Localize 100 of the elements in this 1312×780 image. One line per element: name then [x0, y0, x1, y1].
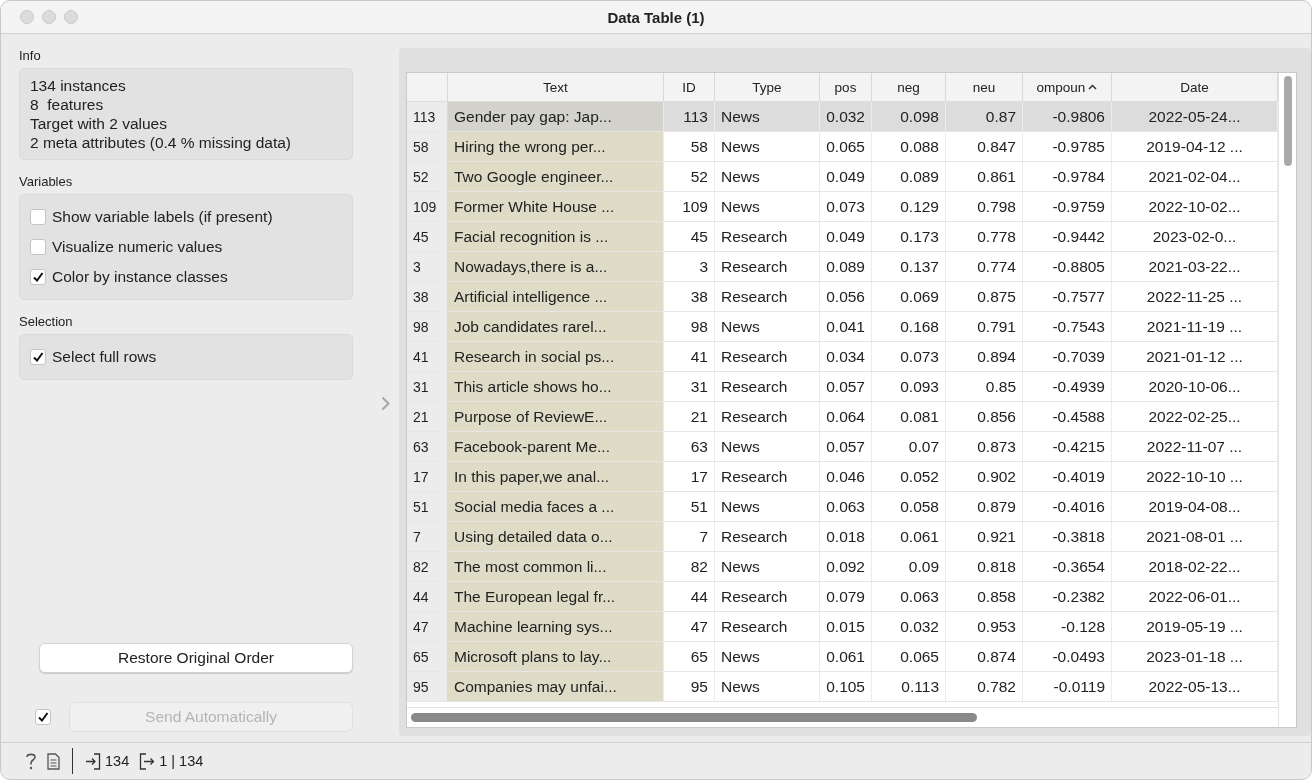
table-cell: 0.032 — [872, 612, 946, 641]
table-cell: 51 — [664, 492, 715, 521]
table-cell: 0.861 — [946, 162, 1023, 191]
table-cell: 0.858 — [946, 582, 1023, 611]
table-cell: Research — [715, 222, 820, 251]
table-row[interactable]: 17 In this paper,we anal... 17 Research 0.046 0.052 0.902 -0.4019 2022-10-10 ... — [407, 462, 1278, 492]
table-cell: 0.798 — [946, 192, 1023, 221]
table-cell: News — [715, 552, 820, 581]
table-cell: 2021-11-19 ... — [1112, 312, 1278, 341]
table-cell: 0.85 — [946, 372, 1023, 401]
table-cell: 63 — [664, 432, 715, 461]
table-cell: 2020-10-06... — [1112, 372, 1278, 401]
restore-order-button[interactable]: Restore Original Order — [39, 643, 353, 673]
table-row[interactable]: 38 Artificial intelligence ... 38 Research 0.056 0.069 0.875 -0.7577 2022-11-25 ... — [407, 282, 1278, 312]
table-cell: 0.057 — [820, 432, 872, 461]
table-cell: 0.069 — [872, 282, 946, 311]
table-row[interactable]: 95 Companies may unfai... 95 News 0.105 0.113 0.782 -0.0119 2022-05-13... — [407, 672, 1278, 702]
table-row[interactable]: 21 Purpose of ReviewE... 21 Research 0.064 0.081 0.856 -0.4588 2022-02-25... — [407, 402, 1278, 432]
row-number: 3 — [407, 252, 448, 281]
table-cell: 0.953 — [946, 612, 1023, 641]
table-cell: 0.046 — [820, 462, 872, 491]
table-cell: 0.129 — [872, 192, 946, 221]
checkbox[interactable] — [30, 269, 46, 285]
table-row[interactable]: 98 Job candidates rarel... 98 News 0.041 0.168 0.791 -0.7543 2021-11-19 ... — [407, 312, 1278, 342]
table-cell: 0.015 — [820, 612, 872, 641]
output-count: 1 | 134 — [159, 753, 204, 769]
checkbox[interactable] — [30, 239, 46, 255]
column-header[interactable]: Type — [715, 73, 820, 101]
horizontal-scrollbar[interactable] — [411, 713, 977, 722]
section-title: Selection — [19, 314, 74, 329]
table-row[interactable]: 47 Machine learning sys... 47 Research 0.015 0.032 0.953 -0.128 2019-05-19 ... — [407, 612, 1278, 642]
table-row[interactable]: 51 Social media faces a ... 51 News 0.063 0.058 0.879 -0.4016 2019-04-08... — [407, 492, 1278, 522]
table-cell: Research — [715, 252, 820, 281]
table-cell: 0.921 — [946, 522, 1023, 551]
help-icon[interactable] — [25, 752, 37, 770]
row-number: 82 — [407, 552, 448, 581]
table-cell: Purpose of ReviewE... — [448, 402, 664, 431]
table-row[interactable]: 82 The most common li... 82 News 0.092 0.09 0.818 -0.3654 2018-02-22... — [407, 552, 1278, 582]
table-row[interactable]: 52 Two Google engineer... 52 News 0.049 0.089 0.861 -0.9784 2021-02-04... — [407, 162, 1278, 192]
table-cell: 0.778 — [946, 222, 1023, 251]
row-number: 38 — [407, 282, 448, 311]
table-cell: 0.056 — [820, 282, 872, 311]
table-cell: 2022-02-25... — [1112, 402, 1278, 431]
table-cell: The most common li... — [448, 552, 664, 581]
table-row[interactable]: 58 Hiring the wrong per... 58 News 0.065 0.088 0.847 -0.9785 2019-04-12 ... — [407, 132, 1278, 162]
table-cell: 0.061 — [872, 522, 946, 551]
table-cell: 0.065 — [820, 132, 872, 161]
table-row[interactable]: 65 Microsoft plans to lay... 65 News 0.061 0.065 0.874 -0.0493 2023-01-18 ... — [407, 642, 1278, 672]
vertical-scrollbar[interactable] — [1283, 76, 1292, 166]
table-cell: 17 — [664, 462, 715, 491]
column-header[interactable]: ompoun — [1023, 73, 1112, 101]
table-row[interactable]: 41 Research in social ps... 41 Research 0.034 0.073 0.894 -0.7039 2021-01-12 ... — [407, 342, 1278, 372]
column-header[interactable]: neu — [946, 73, 1023, 101]
table-row[interactable]: 3 Nowadays,there is a... 3 Research 0.089 0.137 0.774 -0.8805 2021-03-22... — [407, 252, 1278, 282]
table-cell: Job candidates rarel... — [448, 312, 664, 341]
row-number: 63 — [407, 432, 448, 461]
table-row[interactable]: 109 Former White House ... 109 News 0.073 0.129 0.798 -0.9759 2022-10-02... — [407, 192, 1278, 222]
table-cell: -0.4019 — [1023, 462, 1112, 491]
row-number: 58 — [407, 132, 448, 161]
table-cell: 0.902 — [946, 462, 1023, 491]
checkbox-label[interactable]: Show variable labels (if present) — [52, 208, 273, 226]
table-cell: 58 — [664, 132, 715, 161]
table-cell: This article shows ho... — [448, 372, 664, 401]
close-button[interactable] — [20, 10, 34, 24]
table-cell: News — [715, 432, 820, 461]
table-cell: 113 — [664, 102, 715, 131]
row-number: 21 — [407, 402, 448, 431]
table-row[interactable]: 63 Facebook-parent Me... 63 News 0.057 0.07 0.873 -0.4215 2022-11-07 ... — [407, 432, 1278, 462]
table-row[interactable]: 113 Gender pay gap: Jap... 113 News 0.032 0.098 0.87 -0.9806 2022-05-24... — [407, 102, 1278, 132]
column-header[interactable]: Text — [448, 73, 664, 101]
checkbox[interactable] — [30, 349, 46, 365]
table-row[interactable]: 7 Using detailed data o... 7 Research 0.018 0.061 0.921 -0.3818 2021-08-01 ... — [407, 522, 1278, 552]
checkbox-label[interactable]: Visualize numeric values — [52, 238, 223, 256]
table-row[interactable]: 31 This article shows ho... 31 Research 0.057 0.093 0.85 -0.4939 2020-10-06... — [407, 372, 1278, 402]
table-cell: 2022-10-02... — [1112, 192, 1278, 221]
minimize-button[interactable] — [42, 10, 56, 24]
table-cell: Social media faces a ... — [448, 492, 664, 521]
table-cell: 44 — [664, 582, 715, 611]
checkbox-label[interactable]: Color by instance classes — [52, 268, 228, 286]
table-cell: 0.894 — [946, 342, 1023, 371]
table-cell: 0.818 — [946, 552, 1023, 581]
document-icon[interactable] — [47, 752, 60, 770]
column-header[interactable]: neg — [872, 73, 946, 101]
column-header[interactable]: Date — [1112, 73, 1278, 101]
row-number: 44 — [407, 582, 448, 611]
zoom-button[interactable] — [64, 10, 78, 24]
table-cell: 82 — [664, 552, 715, 581]
table-cell: 0.073 — [820, 192, 872, 221]
table-row[interactable]: 45 Facial recognition is ... 45 Research 0.049 0.173 0.778 -0.9442 2023-02-0... — [407, 222, 1278, 252]
column-header[interactable]: pos — [820, 73, 872, 101]
table-cell: 2018-02-22... — [1112, 552, 1278, 581]
table-cell: 2022-11-25 ... — [1112, 282, 1278, 311]
checkbox[interactable] — [30, 209, 46, 225]
table-cell: 0.032 — [820, 102, 872, 131]
checkbox-label[interactable]: Select full rows — [52, 348, 157, 366]
table-cell: 2021-01-12 ... — [1112, 342, 1278, 371]
column-header[interactable]: ID — [664, 73, 715, 101]
table-row[interactable]: 44 The European legal fr... 44 Research 0.079 0.063 0.858 -0.2382 2022-06-01... — [407, 582, 1278, 612]
info-text: 2 meta attributes (0.4 % missing data) — [30, 133, 293, 152]
row-number: 65 — [407, 642, 448, 671]
